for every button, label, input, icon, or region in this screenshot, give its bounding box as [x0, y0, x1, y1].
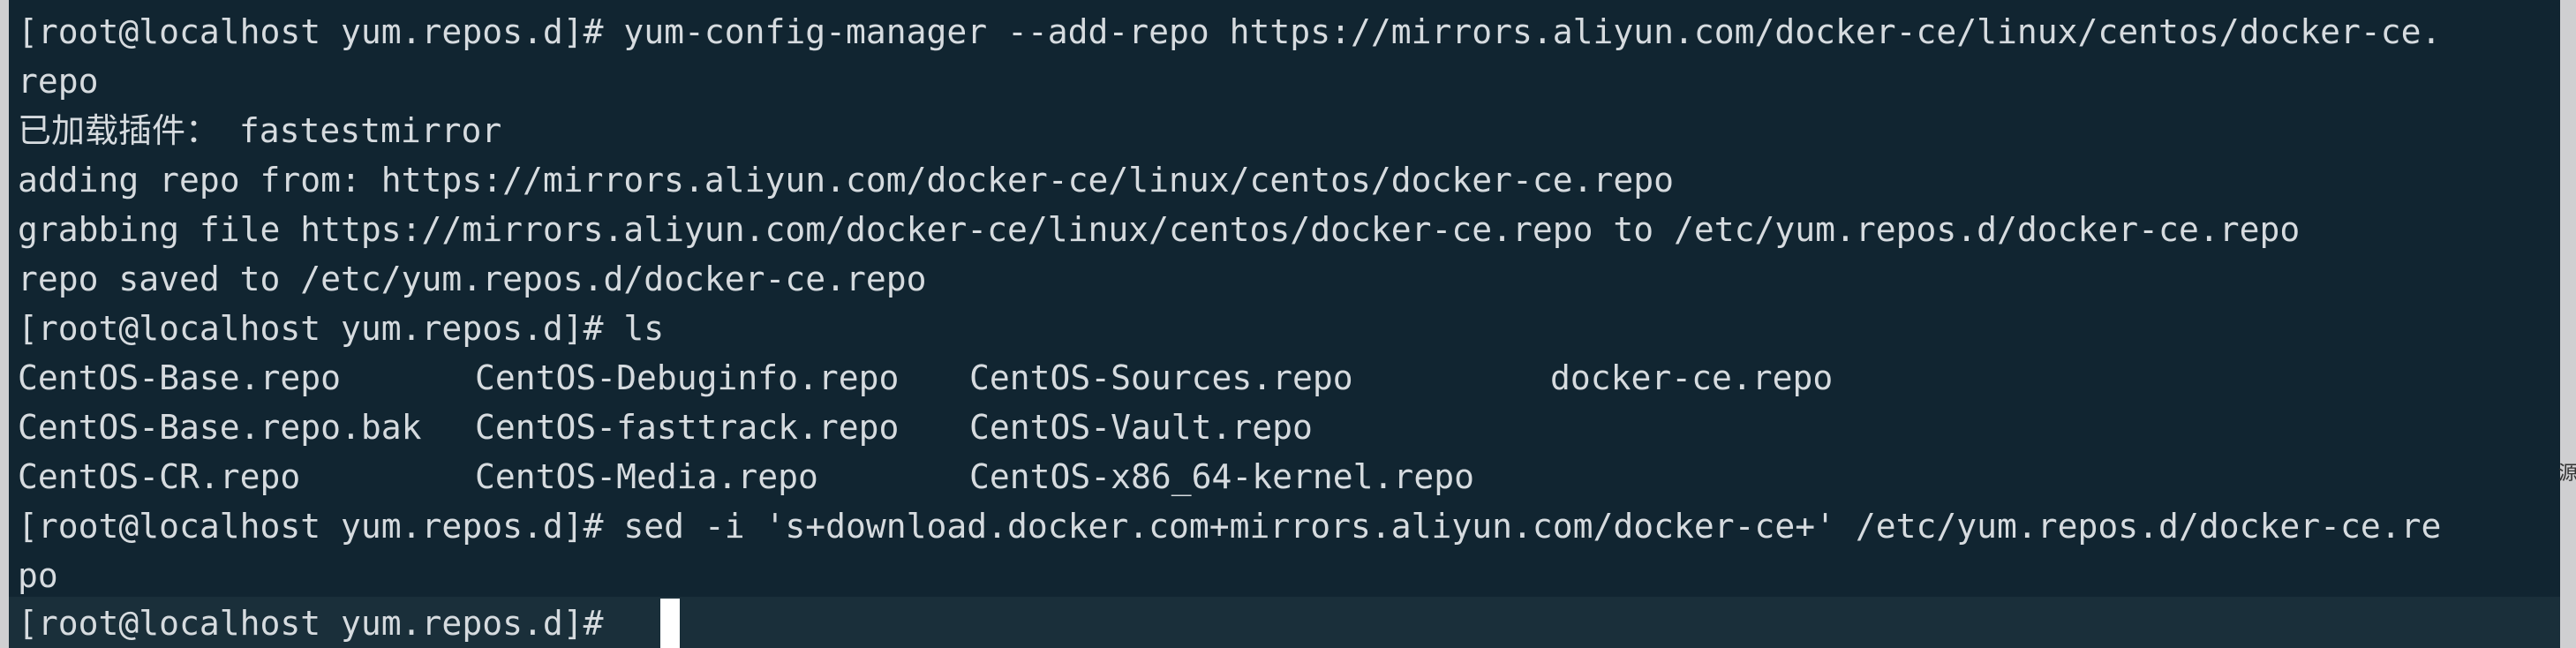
file-name: CentOS-Base.repo [18, 358, 342, 397]
file-name: CentOS-Base.repo.bak [18, 408, 422, 447]
file-name: CentOS-Debuginfo.repo [475, 358, 900, 397]
ls-output-row: CentOS-Base.repo CentOS-Debuginfo.repo C… [18, 353, 1872, 403]
terminal-window[interactable]: [root@localhost yum.repos.d]# yum-config… [0, 0, 2576, 648]
file-name: CentOS-x86_64-kernel.repo [969, 457, 1474, 496]
command-line-sed: [root@localhost yum.repos.d]# sed -i 's+… [18, 507, 2442, 546]
output-line: adding repo from: https://mirrors.aliyun… [18, 161, 1674, 200]
file-name: CentOS-Vault.repo [969, 408, 1313, 447]
file-name: CentOS-Sources.repo [969, 358, 1353, 397]
command-line-yum-config-manager: [root@localhost yum.repos.d]# yum-config… [18, 12, 2442, 51]
output-line: grabbing file https://mirrors.aliyun.com… [18, 210, 2301, 249]
output-line: repo saved to /etc/yum.repos.d/docker-ce… [18, 260, 927, 298]
ls-output-row: CentOS-Base.repo.bak CentOS-fasttrack.re… [18, 403, 1872, 452]
file-name: CentOS-CR.repo [18, 457, 301, 496]
text-cursor [660, 599, 680, 648]
ls-output-row: CentOS-CR.repo CentOS-Media.repo CentOS-… [18, 452, 1872, 501]
file-name: CentOS-fasttrack.repo [475, 408, 900, 447]
command-line-ls: [root@localhost yum.repos.d]# ls [18, 309, 665, 348]
edge-glyph: 源 [2558, 463, 2576, 485]
output-line: 已加载插件： fastestmirror [18, 111, 502, 150]
output-line: po [18, 556, 58, 595]
file-name: docker-ce.repo [1550, 358, 1834, 397]
output-line: repo [18, 62, 99, 101]
file-name: CentOS-Media.repo [475, 457, 818, 496]
prompt[interactable]: [root@localhost yum.repos.d]# [18, 599, 623, 648]
